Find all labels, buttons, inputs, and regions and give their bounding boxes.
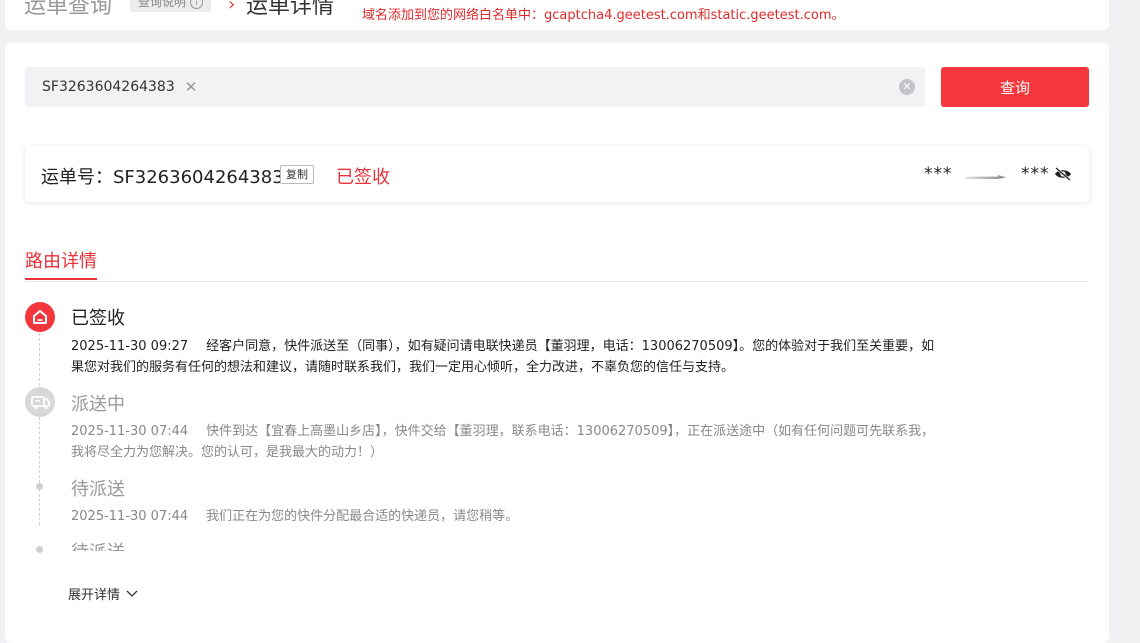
waybill-number: 运单号：SF3263604264383: [41, 167, 284, 188]
page-title: 运单详情: [246, 0, 335, 19]
expand-details-button[interactable]: 展开详情: [68, 584, 138, 603]
whitelist-warning: 域名添加到您的网络白名单中：gcaptcha4.geetest.com和stat…: [362, 8, 845, 23]
clear-circle-icon[interactable]: ✕: [899, 79, 915, 95]
timeline-detail: 2025-11-30 07:44 快件到达【宜春上高墨山乡店】，快件交给【董羽理，…: [71, 421, 936, 463]
search-input[interactable]: SF3263604264383 ✕ ✕: [25, 67, 925, 107]
delivery-truck-icon: [25, 387, 55, 417]
timeline-detail: 2025-11-30 07:44 我们正在为您的快件分配最合适的快递员，请您稍等。: [71, 506, 936, 527]
chevron-down-icon: [126, 590, 138, 597]
breadcrumb-separator-icon: ›: [228, 0, 236, 15]
timeline-text: 我们正在为您的快件分配最合适的快递员，请您稍等。: [206, 509, 519, 524]
timeline-text: 快件到达【宜春上高墨山乡店】，快件交给【董羽理，联系电话：13006270509…: [71, 424, 935, 460]
waybill-tag-label: SF3263604264383: [42, 79, 175, 95]
timeline-status: 待派送: [71, 538, 125, 551]
route-origin: ***: [924, 164, 953, 184]
timeline-dot: [36, 483, 43, 490]
route-destination: ***: [1021, 164, 1050, 184]
waybill-status: 已签收: [336, 167, 390, 188]
copy-button[interactable]: 复制: [280, 165, 314, 184]
eye-off-icon[interactable]: [1054, 167, 1072, 181]
home-icon: [25, 302, 55, 332]
timeline-status: 待派送: [71, 479, 125, 500]
help-button[interactable]: 查询说明 i: [130, 0, 212, 12]
main-panel: SF3263604264383 ✕ ✕ 查询 运单号：SF32636042643…: [5, 43, 1109, 643]
timeline-connector: [39, 333, 40, 391]
timeline-time: 2025-11-30 07:44: [71, 509, 189, 524]
timeline-time: 2025-11-30 07:44: [71, 424, 189, 439]
timeline-connector: [39, 417, 40, 483]
route-arrow-icon: [966, 175, 1006, 179]
help-label: 查询说明: [138, 0, 187, 9]
query-button[interactable]: 查询: [941, 67, 1089, 107]
timeline-text: 经客户同意，快件派送至（同事），如有疑问请电联快递员【董羽理，电话：130062…: [71, 339, 935, 375]
expand-label: 展开详情: [68, 588, 121, 603]
timeline-status: 已签收: [71, 308, 125, 329]
route-details-tab[interactable]: 路由详情: [25, 247, 97, 273]
tab-underline: [25, 278, 97, 280]
timeline-time: 2025-11-30 09:27: [71, 339, 189, 354]
remove-tag-icon[interactable]: ✕: [185, 78, 198, 96]
timeline-connector: [39, 489, 40, 525]
info-icon: i: [190, 0, 204, 9]
waybill-summary-card: 运单号：SF3263604264383 复制 已签收 *** ***: [25, 146, 1089, 202]
timeline-status: 派送中: [71, 394, 125, 415]
section-divider: [25, 281, 1089, 282]
timeline-detail: 2025-11-30 09:27 经客户同意，快件派送至（同事），如有疑问请电联快…: [71, 336, 936, 378]
breadcrumb-root[interactable]: 运单查询: [24, 0, 112, 20]
waybill-tag: SF3263604264383 ✕: [42, 78, 197, 96]
timeline-dot: [36, 546, 43, 553]
